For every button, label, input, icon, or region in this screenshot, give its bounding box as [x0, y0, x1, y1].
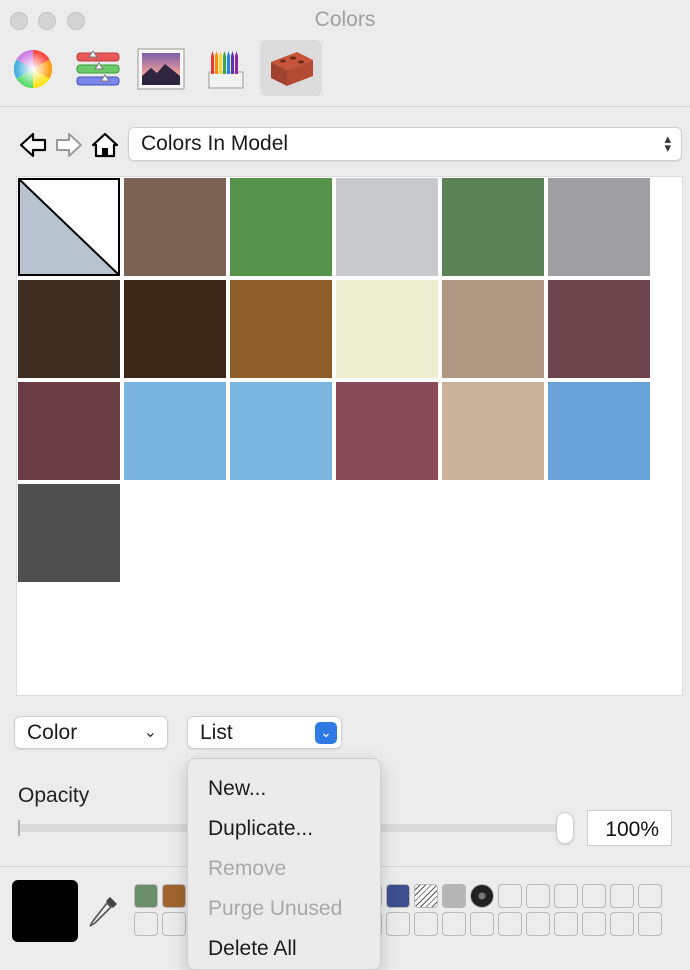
swatch[interactable]	[336, 178, 438, 276]
swatch-well[interactable]	[498, 912, 522, 936]
swatch[interactable]	[442, 178, 544, 276]
swatch[interactable]	[442, 382, 544, 480]
swatch[interactable]	[18, 382, 120, 480]
swatch[interactable]	[442, 280, 544, 378]
swatch[interactable]	[548, 280, 650, 378]
window-title: Colors	[314, 8, 376, 31]
brick-materials-icon[interactable]	[260, 40, 322, 96]
image-palette-icon[interactable]	[131, 42, 191, 96]
mode-select-value: Color	[27, 721, 78, 744]
color-sliders-icon[interactable]	[68, 42, 128, 96]
swatch-well[interactable]	[414, 912, 438, 936]
chevron-down-icon: ⌄	[143, 724, 157, 741]
opacity-slider-knob[interactable]	[556, 812, 574, 844]
swatch[interactable]	[124, 280, 226, 378]
swatch[interactable]	[548, 382, 650, 480]
wood-texture-swatch-icon[interactable]	[162, 884, 186, 908]
denim-swatch-icon[interactable]	[386, 884, 410, 908]
swatch-well[interactable]	[554, 884, 578, 908]
swatch[interactable]	[336, 280, 438, 378]
menu-item-delete-all[interactable]: Delete All	[208, 937, 297, 961]
title-bar: Colors	[0, 0, 690, 40]
current-color-well[interactable]	[12, 880, 78, 942]
home-icon[interactable]	[90, 130, 120, 160]
opacity-value-field[interactable]: 100%	[587, 810, 672, 846]
swatch[interactable]	[18, 280, 120, 378]
list-menu: New... Duplicate... Remove Purge Unused …	[187, 758, 381, 970]
menu-item-purge-unused: Purge Unused	[208, 897, 343, 920]
swatch-well[interactable]	[526, 884, 550, 908]
swatch-well[interactable]	[554, 912, 578, 936]
swatch-no-color[interactable]	[18, 178, 120, 276]
swatch-well[interactable]	[638, 912, 662, 936]
swatch-grid	[16, 176, 683, 696]
swatch[interactable]	[230, 280, 332, 378]
gray-swatch-icon[interactable]	[442, 884, 466, 908]
opacity-label: Opacity	[18, 784, 90, 807]
forward-arrow-icon[interactable]	[54, 130, 84, 160]
swatch[interactable]	[124, 178, 226, 276]
menu-item-duplicate[interactable]: Duplicate...	[208, 817, 313, 841]
swatch[interactable]	[548, 178, 650, 276]
menu-item-new[interactable]: New...	[208, 777, 266, 801]
swatch-well[interactable]	[582, 912, 606, 936]
updown-chevron-icon: ▴ ▾	[664, 131, 671, 155]
swatch[interactable]	[124, 382, 226, 480]
menu-item-remove: Remove	[208, 857, 287, 880]
swatch-well[interactable]	[386, 912, 410, 936]
view-select[interactable]: List ⌄	[187, 716, 342, 749]
collection-select[interactable]: Colors In Model ▴ ▾	[128, 127, 682, 161]
swatch-well[interactable]	[610, 884, 634, 908]
swatch[interactable]	[336, 382, 438, 480]
swatch-well[interactable]	[470, 912, 494, 936]
color-wheel-icon[interactable]	[3, 42, 63, 96]
swatch-well[interactable]	[134, 912, 158, 936]
speaker-swatch-icon[interactable]	[470, 884, 494, 908]
pencils-icon[interactable]	[196, 42, 256, 96]
swatch-well[interactable]	[442, 912, 466, 936]
swatch-well[interactable]	[610, 912, 634, 936]
swatch[interactable]	[230, 382, 332, 480]
swatch-well[interactable]	[582, 884, 606, 908]
swatch[interactable]	[18, 484, 120, 582]
view-select-value: List	[200, 721, 233, 744]
swatch-well[interactable]	[638, 884, 662, 908]
swatch-well[interactable]	[162, 912, 186, 936]
collection-select-value: Colors In Model	[141, 132, 289, 155]
mode-select[interactable]: Color ⌄	[14, 716, 168, 749]
swatch-well[interactable]	[526, 912, 550, 936]
back-arrow-icon[interactable]	[18, 130, 48, 160]
hatch-swatch-icon[interactable]	[414, 884, 438, 908]
chevron-down-icon: ⌄	[315, 722, 337, 744]
toolbar-separator	[0, 106, 690, 107]
dog-image-swatch-icon[interactable]	[134, 884, 158, 908]
eyedropper-icon[interactable]	[86, 894, 120, 930]
swatch[interactable]	[230, 178, 332, 276]
swatch-well[interactable]	[498, 884, 522, 908]
